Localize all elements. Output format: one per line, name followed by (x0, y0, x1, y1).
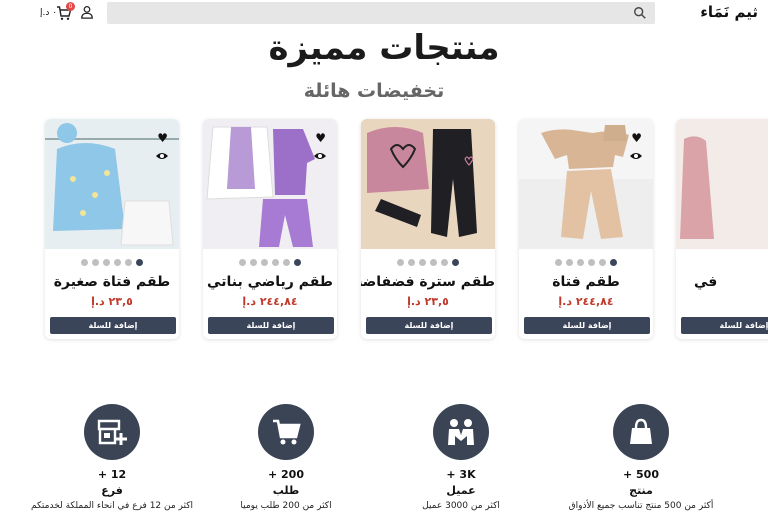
cart-count-badge: 0 (66, 2, 75, 11)
pager-dot[interactable] (599, 259, 606, 266)
product-name[interactable]: طقم فتاة (519, 274, 653, 290)
quick-view-eye-icon[interactable] (313, 151, 327, 161)
product-price: ٢٣,٥ د.إ (407, 295, 449, 308)
image-pager[interactable] (45, 259, 179, 266)
stat-icon-circle (433, 404, 489, 460)
shopping-bag-icon (630, 418, 652, 444)
product-card[interactable]: طقم سترة فضفاضة ٢٣,٥ د.إ إضافة للسلة (361, 119, 495, 339)
pager-dot[interactable] (441, 259, 448, 266)
stat-label: منتج (629, 484, 653, 497)
pager-dot[interactable] (588, 259, 595, 266)
product-price: ٢٣,٥ د.إ (91, 295, 133, 308)
search-icon[interactable] (633, 6, 647, 20)
image-pager[interactable] (519, 259, 653, 266)
pager-dot[interactable] (397, 259, 404, 266)
add-to-cart-button[interactable]: إضافة للسلة (524, 317, 650, 334)
stat-icon-circle (84, 404, 140, 460)
stat-description: اكثر من 200 طلب يوميا (240, 501, 332, 511)
quick-view-eye-icon[interactable] (629, 151, 643, 161)
pager-dot[interactable] (125, 259, 132, 266)
stat-branches: 12 + فرع اكثر من 12 فرع في انحاء المملكة… (17, 404, 207, 519)
cart-icon (273, 419, 301, 445)
pager-dot[interactable] (261, 259, 268, 266)
pager-dot[interactable] (566, 259, 573, 266)
product-card[interactable]: ♥ طقم فتاة صغيرة ٢٣,٥ د.إ إضافة للسلة (45, 119, 179, 339)
stat-count: 500 + (622, 468, 659, 481)
pager-dot[interactable] (92, 259, 99, 266)
stat-description: اكثر من 3000 عميل (422, 501, 500, 511)
wishlist-heart-icon[interactable]: ♥ (157, 131, 168, 145)
product-image[interactable] (676, 119, 768, 249)
cart-button[interactable]: 0 ٠ د.إ (40, 2, 75, 23)
pager-dot[interactable] (419, 259, 426, 266)
pager-dot[interactable] (103, 259, 110, 266)
product-name[interactable]: طقم رياضي بناتي (203, 274, 337, 290)
stat-count: 12 + (97, 468, 127, 481)
product-card[interactable]: ♥ طقم فتاة ٢٤٤,٨٤ د.إ إضافة للسلة (519, 119, 653, 339)
pager-dot-active[interactable] (136, 259, 143, 266)
wishlist-heart-icon[interactable]: ♥ (315, 131, 326, 145)
stat-icon-circle (613, 404, 669, 460)
pager-dot[interactable] (239, 259, 246, 266)
stat-products: 500 + منتج أكثر من 500 منتج تناسب جميع ا… (546, 404, 736, 519)
store-add-icon (97, 419, 127, 445)
stat-label: طلب (272, 484, 300, 497)
pager-dot[interactable] (114, 259, 121, 266)
pager-dot[interactable] (250, 259, 257, 266)
pager-dot-active[interactable] (294, 259, 301, 266)
stat-customers: 3K + عميل اكثر من 3000 عميل (366, 404, 556, 519)
stat-label: فرع (101, 484, 123, 497)
product-card[interactable]: ♥ طقم رياضي بناتي ٢٤٤,٨٤ د.إ إضافة للسلة (203, 119, 337, 339)
section-subtitle: تخفيضات هائلة (303, 80, 445, 102)
pager-dot[interactable] (408, 259, 415, 266)
product-name[interactable]: طقم سترة فضفاضة (361, 274, 495, 290)
product-name[interactable]: طقم فتاة صغيرة (45, 274, 179, 290)
stat-icon-circle (258, 404, 314, 460)
pager-dot-active[interactable] (452, 259, 459, 266)
products-carousel[interactable]: في إضافة للسلة ♥ طقم فتاة ٢٤٤,٨٤ د.إ إضا… (0, 112, 768, 347)
pager-dot[interactable] (272, 259, 279, 266)
add-to-cart-button[interactable]: إضافة للسلة (208, 317, 334, 334)
add-to-cart-button[interactable]: إضافة للسلة (366, 317, 492, 334)
site-logo[interactable]: ثيم نَمَاء (700, 3, 758, 21)
image-pager[interactable] (203, 259, 337, 266)
customers-icon (448, 419, 474, 445)
user-icon[interactable] (80, 5, 94, 19)
pager-dot-active[interactable] (610, 259, 617, 266)
site-header: ثيم نَمَاء 0 ٠ د.إ (0, 0, 768, 28)
stat-orders: 200 + طلب اكثر من 200 طلب يوميا (191, 404, 381, 519)
stat-count: 3K + (446, 468, 476, 481)
stat-description: أكثر من 500 منتج تناسب جميع الأذواق (568, 501, 714, 511)
cart-total: ٠ د.إ (40, 8, 58, 18)
pager-dot[interactable] (577, 259, 584, 266)
stat-label: عميل (446, 484, 476, 497)
quick-view-eye-icon[interactable] (155, 151, 169, 161)
add-to-cart-button[interactable]: إضافة للسلة (681, 317, 768, 334)
product-price: ٢٤٤,٨٤ د.إ (558, 295, 614, 308)
pager-dot[interactable] (283, 259, 290, 266)
image-pager[interactable] (361, 259, 495, 266)
add-to-cart-button[interactable]: إضافة للسلة (50, 317, 176, 334)
pager-dot[interactable] (430, 259, 437, 266)
product-image[interactable] (361, 119, 495, 249)
product-name[interactable]: في (676, 274, 768, 290)
product-price: ٢٤٤,٨٤ د.إ (242, 295, 298, 308)
search-input[interactable] (107, 2, 655, 24)
stat-description: اكثر من 12 فرع في انحاء المملكة لخدمتكم (30, 501, 194, 511)
pager-dot[interactable] (81, 259, 88, 266)
section-title: منتجات مميزة (268, 28, 500, 68)
product-card[interactable]: في إضافة للسلة (676, 119, 768, 339)
stat-count: 200 + (267, 468, 304, 481)
wishlist-heart-icon[interactable]: ♥ (631, 131, 642, 145)
pager-dot[interactable] (555, 259, 562, 266)
